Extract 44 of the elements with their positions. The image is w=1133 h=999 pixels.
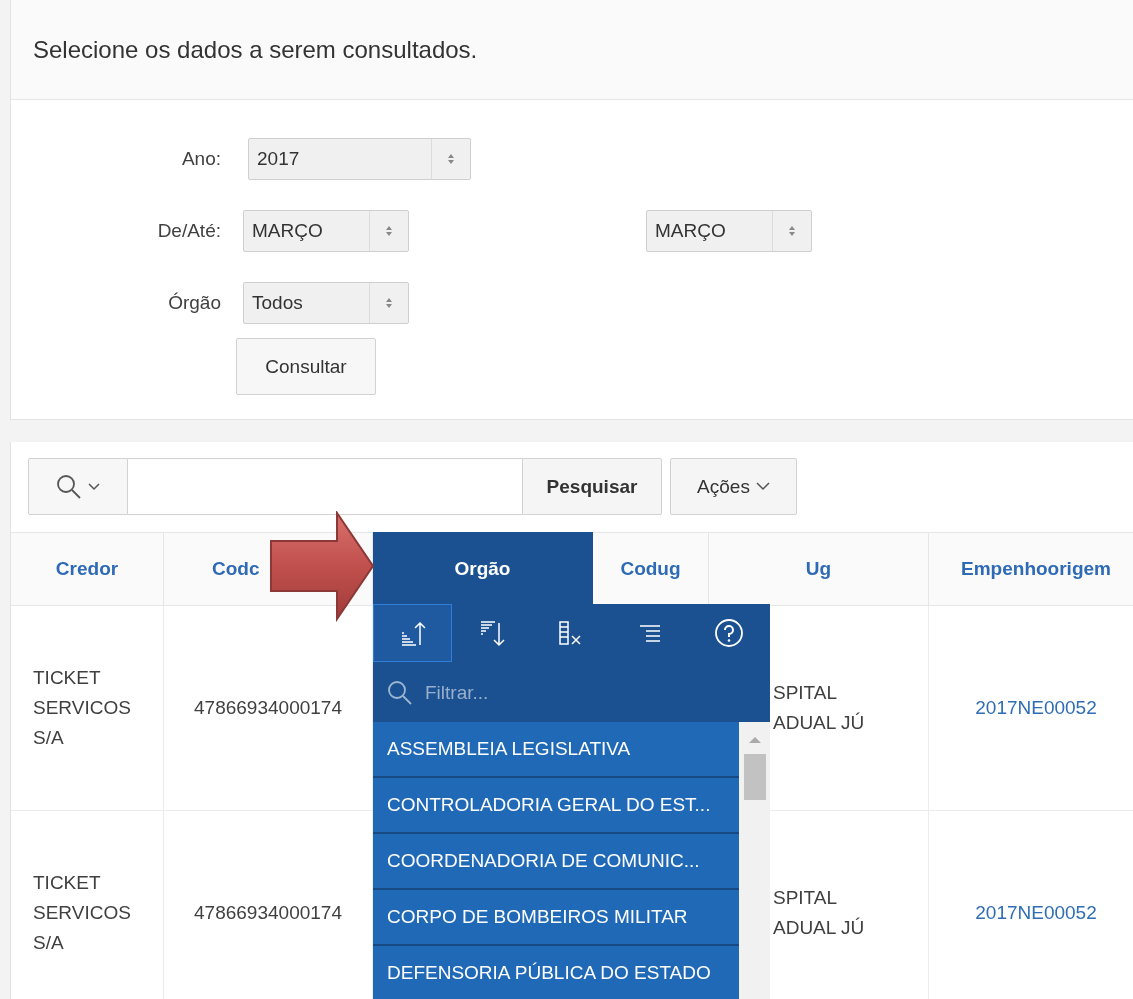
search-button[interactable]: Pesquisar <box>522 458 662 515</box>
menu-item[interactable]: DEFENSORIA PÚBLICA DO ESTADO <box>373 946 739 999</box>
chevron-down-icon <box>755 482 770 491</box>
column-header[interactable]: Ug <box>709 532 929 606</box>
chevron-down-icon <box>88 482 100 491</box>
scrollbar[interactable] <box>739 722 770 999</box>
select-caret-icon <box>385 226 393 236</box>
select-caret-icon <box>447 154 455 164</box>
search-icon <box>56 473 82 500</box>
select-caret-icon <box>788 226 796 236</box>
search-menu-button[interactable] <box>28 458 128 515</box>
sort-ascending-button[interactable] <box>373 604 452 662</box>
column-header[interactable]: Credor <box>11 532 164 606</box>
column-header[interactable]: Empenhoorigem <box>929 532 1133 606</box>
table-cell-text: SPITAL ADUAL JÚ <box>773 681 866 735</box>
table-cell: 47866934000174 <box>194 697 342 719</box>
column-header[interactable]: Codug <box>593 532 709 606</box>
select-field[interactable]: Todos <box>243 282 409 324</box>
panel-title: Selecione os dados a serem consultados. <box>33 35 478 64</box>
menu-item[interactable]: CORPO DE BOMBEIROS MILITAR <box>373 890 739 946</box>
actions-button[interactable]: Ações <box>670 458 797 515</box>
menu-item[interactable]: CONTROLADORIA GERAL DO EST... <box>373 778 739 834</box>
select-field[interactable]: MARÇO <box>646 210 812 252</box>
field-label: De/Até: <box>156 220 221 242</box>
field-label: Órgão <box>167 292 221 314</box>
column-header[interactable]: Orgão <box>373 532 593 606</box>
table-link[interactable]: 2017NE00052 <box>975 902 1097 924</box>
table-cell: 47866934000174 <box>194 902 342 924</box>
help-icon <box>713 618 744 648</box>
search-input[interactable] <box>128 458 522 515</box>
search-icon <box>387 680 413 706</box>
table-cell-text: SPITAL ADUAL JÚ <box>773 886 866 940</box>
table-link[interactable]: 2017NE00052 <box>975 697 1097 719</box>
scrollbar-thumb[interactable] <box>743 754 766 800</box>
table-cell-text: TICKET SERVICOS S/A <box>33 666 132 750</box>
filter-input[interactable]: Filtrar... <box>423 681 727 705</box>
select-field[interactable]: MARÇO <box>243 210 409 252</box>
field-label: Ano: <box>180 148 221 170</box>
select-caret-icon <box>385 298 393 308</box>
menu-item[interactable]: COORDENADORIA DE COMUNIC... <box>373 834 739 890</box>
menu-item[interactable]: ASSEMBLEIA LEGISLATIVA <box>373 722 739 778</box>
table-cell-text: TICKET SERVICOS S/A <box>33 871 132 955</box>
consultar-button[interactable]: Consultar <box>236 338 376 395</box>
select-field[interactable]: 2017 <box>248 138 471 180</box>
